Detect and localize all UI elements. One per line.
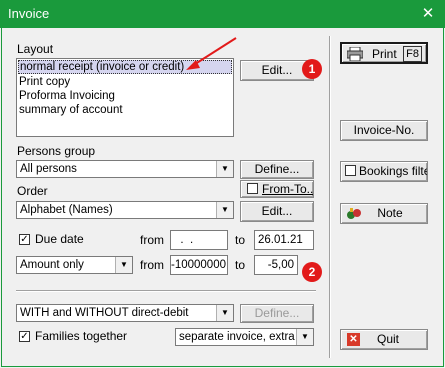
window-title: Invoice (8, 6, 50, 21)
direct-debit-value: WITH and WITHOUT direct-debit (20, 307, 189, 319)
panel-divider (329, 36, 331, 358)
due-date-label: Due date (35, 232, 84, 246)
layout-item[interactable]: summary of account (17, 103, 233, 117)
chevron-down-icon[interactable]: ▼ (216, 305, 233, 321)
quit-button[interactable]: ✕ Quit (340, 329, 428, 350)
order-select[interactable]: Alphabet (Names) ▼ (16, 201, 234, 219)
bookings-filter-button[interactable]: Bookings filter (340, 161, 428, 182)
amount-to-input[interactable]: -5,00 (254, 255, 298, 275)
layout-item[interactable]: Print copy (17, 75, 233, 89)
due-from-label: from (140, 233, 164, 247)
chevron-down-icon[interactable]: ▼ (115, 257, 132, 273)
layout-item[interactable]: Proforma Invoicing (17, 89, 233, 103)
families-together-label: Families together (35, 329, 128, 343)
direct-debit-select[interactable]: WITH and WITHOUT direct-debit ▼ (16, 304, 234, 322)
chevron-down-icon[interactable]: ▼ (296, 329, 313, 345)
amount-from-input[interactable]: -10000000 (170, 255, 228, 275)
persons-group-value: All persons (20, 163, 77, 175)
from-to-checkbox[interactable] (247, 183, 258, 194)
note-button[interactable]: Note (340, 203, 428, 224)
chevron-down-icon[interactable]: ▼ (216, 202, 233, 218)
print-label: Print (372, 47, 397, 61)
due-to-input[interactable]: 26.01.21 (254, 230, 314, 250)
order-label: Order (17, 184, 48, 198)
from-to-label: From-To... (262, 182, 314, 196)
bookings-filter-checkbox[interactable] (345, 165, 356, 176)
bookings-filter-label: Bookings filter (359, 164, 428, 178)
print-button[interactable]: Print F8 (340, 42, 428, 64)
section-divider (16, 290, 316, 292)
families-mode-select[interactable]: separate invoice, extra ▼ (175, 328, 314, 346)
amount-mode-value: Amount only (20, 259, 84, 271)
order-edit-button[interactable]: Edit... (240, 201, 314, 222)
order-value: Alphabet (Names) (20, 204, 113, 216)
note-label: Note (377, 206, 403, 220)
printer-icon (347, 47, 363, 61)
amount-from-label: from (140, 258, 164, 272)
from-to-button[interactable]: From-To... (240, 180, 314, 198)
close-icon[interactable]: ✕ (411, 0, 445, 28)
print-shortcut: F8 (403, 46, 422, 62)
chevron-down-icon[interactable]: ▼ (216, 161, 233, 177)
note-icon (347, 208, 361, 219)
amount-to-label: to (235, 258, 246, 272)
due-date-checkbox[interactable]: ✓ (19, 234, 30, 245)
due-to-label: to (235, 233, 246, 247)
annotation-badge-2: 2 (302, 262, 322, 282)
persons-define-button[interactable]: Define... (240, 160, 314, 179)
families-together-checkbox[interactable]: ✓ (19, 331, 30, 342)
persons-group-label: Persons group (17, 144, 96, 158)
quit-label: Quit (376, 332, 399, 346)
amount-mode-select[interactable]: Amount only ▼ (16, 256, 133, 274)
arrow-icon (186, 37, 237, 70)
due-from-input[interactable]: . . (170, 230, 228, 250)
direct-debit-define-button[interactable]: Define... (240, 304, 314, 323)
persons-group-select[interactable]: All persons ▼ (16, 160, 234, 178)
layout-label: Layout (17, 42, 54, 56)
annotation-badge-1: 1 (302, 59, 322, 79)
families-mode-value: separate invoice, extra (179, 331, 295, 343)
quit-icon: ✕ (347, 333, 360, 346)
title-bar: Invoice ✕ (0, 0, 445, 28)
invoice-no-button[interactable]: Invoice-No. (340, 120, 428, 141)
